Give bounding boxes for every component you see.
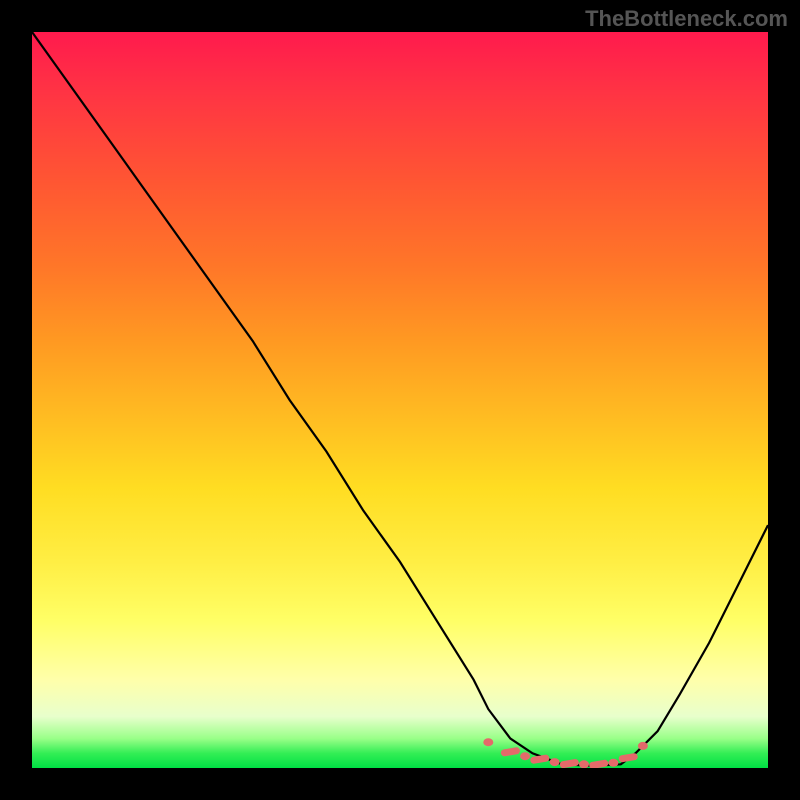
optimal-marker-dash [622, 757, 634, 759]
bottleneck-curve-line [32, 32, 768, 766]
optimal-marker-dot [638, 742, 648, 750]
optimal-marker-dot [579, 760, 589, 768]
chart-plot-area [32, 32, 768, 768]
optimal-marker-dash [504, 751, 516, 753]
optimal-marker-dot [608, 759, 618, 767]
optimal-marker-dot [550, 758, 560, 766]
optimal-marker-dot [483, 738, 493, 746]
optimal-marker-dash [534, 758, 546, 760]
optimal-marker-dash [593, 763, 605, 765]
chart-svg [32, 32, 768, 768]
optimal-marker-dot [520, 752, 530, 760]
optimal-marker-dash [563, 763, 575, 765]
watermark-text: TheBottleneck.com [585, 6, 788, 32]
